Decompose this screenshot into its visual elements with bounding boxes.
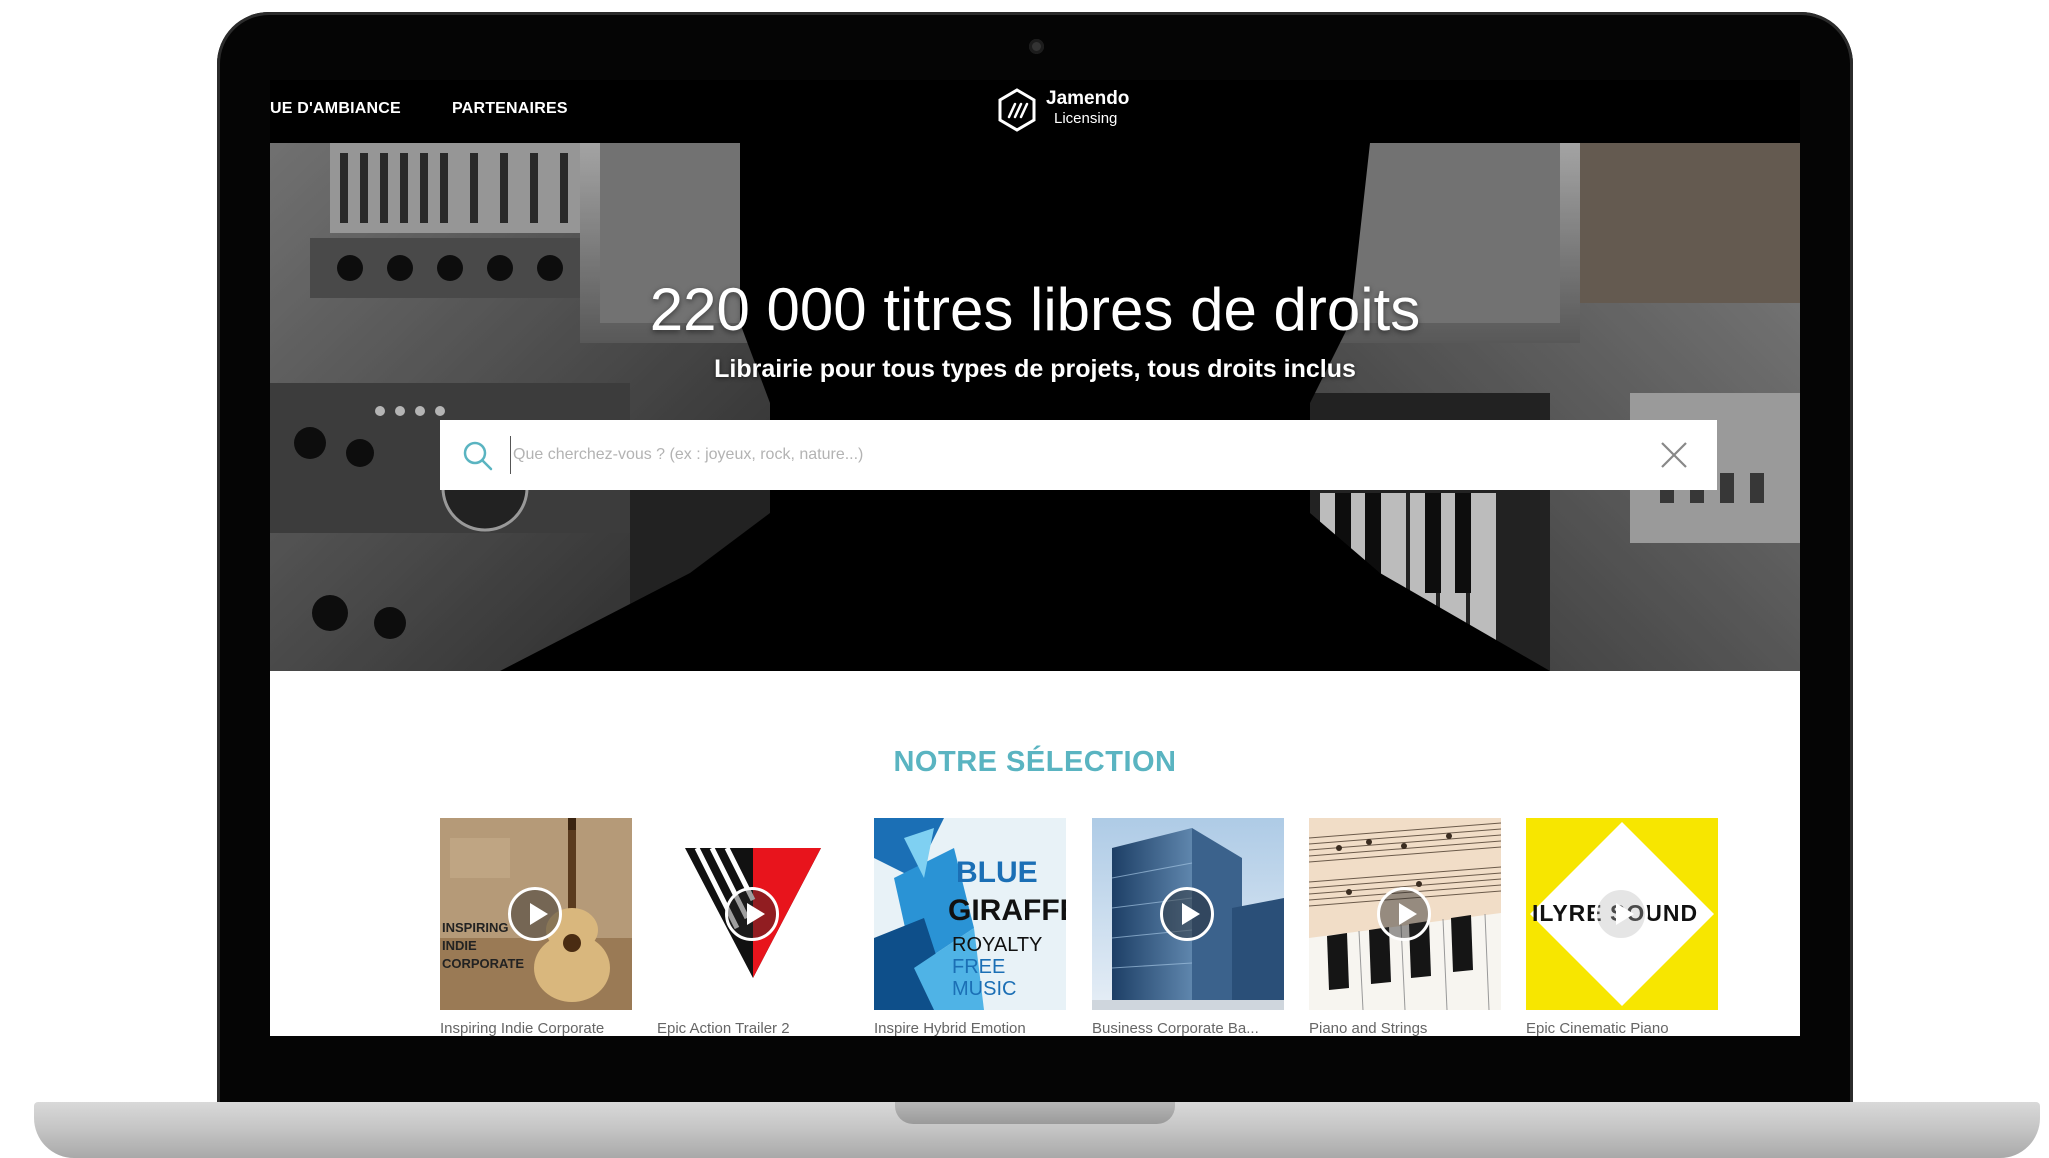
hero-title: 220 000 titres libres de droits: [649, 276, 1421, 343]
album-title[interactable]: Piano and Strings: [1309, 1020, 1509, 1036]
hero-background-image: [270, 143, 1800, 671]
album-title[interactable]: Epic Cinematic Piano: [1526, 1020, 1726, 1036]
album-cover: [1092, 818, 1284, 1010]
album-cover-text: FREE: [952, 956, 1006, 978]
hero-subtitle: Librairie pour tous types de projets, to…: [714, 355, 1356, 383]
nav-item-partners[interactable]: PARTENAIRES: [452, 100, 568, 118]
album-title[interactable]: Inspiring Indie Corporate: [440, 1020, 640, 1036]
album-cover-text: MUSIC: [952, 978, 1017, 1000]
search-box: [440, 420, 1717, 490]
search-icon[interactable]: [462, 440, 494, 472]
logo[interactable]: Jamendo Licensing: [996, 83, 1146, 135]
close-icon[interactable]: [1660, 441, 1688, 469]
album-cover: BLUE GIRAFFE ROYALTY FREE MUSIC: [874, 818, 1066, 1010]
logo-sub: Licensing: [1054, 110, 1118, 127]
webcam: [1029, 39, 1044, 54]
album-cover-text: GIRAFFE: [948, 894, 1066, 927]
screen: UE D'AMBIANCE PARTENAIRES Jamendo Licens…: [270, 80, 1800, 1036]
album-cover: INSPIRING INDIE CORPORATE: [440, 818, 632, 1010]
album-title[interactable]: Epic Action Trailer 2: [657, 1020, 857, 1036]
play-icon[interactable]: [508, 887, 562, 941]
hero-banner: 220 000 titres libres de droits Librairi…: [270, 143, 1800, 671]
album-cover-text: CORPORATE: [442, 956, 525, 971]
album-title[interactable]: Inspire Hybrid Emotion: [874, 1020, 1074, 1036]
play-icon[interactable]: [1377, 887, 1431, 941]
nav-item-ambiance[interactable]: UE D'AMBIANCE: [270, 100, 401, 118]
laptop-notch: [895, 1102, 1175, 1124]
album-cover-text: ROYALTY: [952, 934, 1043, 956]
album-cover-text: BLUE: [956, 856, 1038, 889]
search-input[interactable]: [510, 436, 1623, 474]
play-icon[interactable]: [725, 887, 779, 941]
album-cover: [657, 818, 849, 1010]
album-cover-text: INDIE: [442, 938, 477, 953]
album-cover-text: INSPIRING: [442, 920, 509, 935]
album-title[interactable]: Business Corporate Ba...: [1092, 1020, 1292, 1036]
jamendo-logo-icon: [998, 88, 1036, 132]
album-cover: [1309, 818, 1501, 1010]
logo-name: Jamendo: [1046, 88, 1130, 109]
site-header: UE D'AMBIANCE PARTENAIRES Jamendo Licens…: [270, 80, 1800, 143]
play-icon[interactable]: [1160, 887, 1214, 941]
section-title: NOTRE SÉLECTION: [893, 746, 1177, 778]
play-icon[interactable]: [1594, 887, 1648, 941]
album-cover: ILYRE SOUND: [1526, 818, 1718, 1010]
